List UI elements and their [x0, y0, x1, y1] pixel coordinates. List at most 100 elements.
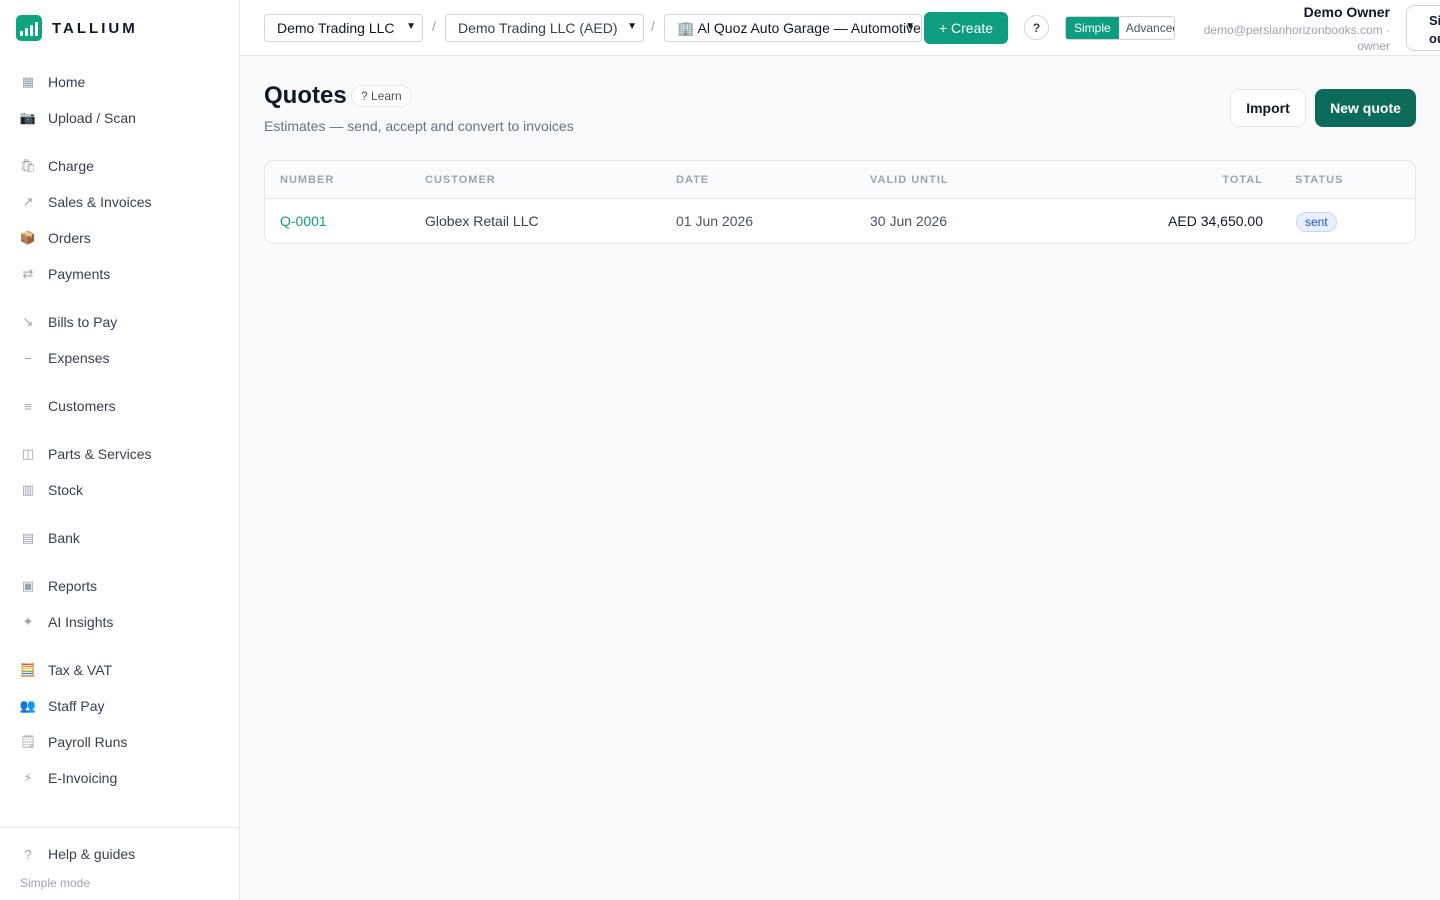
user-role: owner — [1357, 39, 1390, 53]
sidebar-item-label: Help & guides — [48, 846, 136, 862]
sidebar-item-label: Tax & VAT — [48, 662, 113, 678]
quote-number-link[interactable]: Q-0001 — [280, 213, 327, 229]
column-header-date[interactable]: DATE — [676, 174, 709, 186]
list-icon: ≡ — [24, 398, 32, 414]
sidebar-item-label: Bank — [48, 530, 80, 546]
sidebar-item-label: Sales & Invoices — [48, 194, 152, 210]
entity-select-value: Demo Trading LLC (AED) — [458, 20, 618, 36]
sidebar-item-payroll-runs[interactable]: 🗒 Payroll Runs — [16, 726, 224, 758]
branch-select-value: 🏢 Al Quoz Auto Garage — Automotive — [677, 19, 921, 36]
people-icon: 👥 — [19, 698, 37, 713]
column-header-valid-until[interactable]: VALID UNTIL — [870, 174, 949, 186]
sidebar-item-label: Parts & Services — [48, 446, 152, 462]
shopping-bag-icon: 🛍 — [19, 158, 37, 173]
table-header: NUMBER CUSTOMER DATE VALID UNTIL TOTAL S… — [265, 161, 1415, 199]
boxes-icon: ▥ — [21, 482, 35, 497]
report-icon: ▣ — [21, 578, 35, 593]
lightning-icon: ⚡ — [23, 770, 33, 785]
org-select-value: Demo Trading LLC — [277, 20, 395, 36]
sidebar-item-label: Staff Pay — [48, 698, 105, 714]
sign-out-button[interactable]: Sign out — [1406, 5, 1440, 51]
page-title: Quotes — [264, 82, 347, 109]
bank-icon: ▤ — [21, 530, 35, 545]
column-header-customer[interactable]: CUSTOMER — [425, 174, 496, 186]
column-header-status[interactable]: STATUS — [1295, 174, 1343, 186]
breadcrumb-separator: / — [432, 18, 436, 34]
org-select[interactable]: Demo Trading LLC ▼ — [264, 14, 423, 42]
sidebar-item-parts-services[interactable]: ◫ Parts & Services — [16, 438, 224, 470]
chevron-down-icon: ▼ — [627, 21, 637, 32]
sidebar-item-staff-pay[interactable]: 👥 Staff Pay — [16, 690, 224, 722]
create-button[interactable]: + Create — [924, 12, 1008, 44]
sidebar-item-expenses[interactable]: − Expenses — [16, 342, 224, 374]
question-icon: ? — [24, 846, 32, 862]
mode-simple-option[interactable]: Simple — [1066, 17, 1119, 39]
logo[interactable]: TALLIUM — [16, 14, 138, 42]
breadcrumb-separator: / — [651, 18, 655, 34]
quote-total: AED 34,650.00 — [1168, 213, 1263, 229]
sidebar-item-tax-vat[interactable]: 🧮 Tax & VAT — [16, 654, 224, 686]
abacus-icon: 🧮 — [19, 662, 37, 677]
sidebar-item-label: Charge — [48, 158, 94, 174]
sidebar-item-ai-insights[interactable]: ✦ AI Insights — [16, 606, 224, 638]
arrow-down-right-icon: ↘ — [22, 314, 34, 329]
sidebar-item-label: Payroll Runs — [48, 734, 128, 750]
sidebar-item-e-invoicing[interactable]: ⚡ E-Invoicing — [16, 762, 224, 794]
swap-arrows-icon: ⇄ — [22, 266, 34, 281]
column-header-number[interactable]: NUMBER — [280, 174, 334, 186]
sidebar-item-bills-to-pay[interactable]: ↘ Bills to Pay — [16, 306, 224, 338]
topbar: Demo Trading LLC ▼ / Demo Trading LLC (A… — [240, 0, 1440, 56]
sidebar-item-orders[interactable]: 📦 Orders — [16, 222, 224, 254]
sidebar-item-bank[interactable]: ▤ Bank — [16, 522, 224, 554]
sidebar-item-label: Upload / Scan — [48, 110, 136, 126]
column-header-total[interactable]: TOTAL — [1222, 174, 1263, 186]
brand-name: TALLIUM — [52, 19, 138, 37]
quote-date: 01 Jun 2026 — [676, 213, 754, 229]
minus-icon: − — [24, 350, 32, 366]
sidebar-item-stock[interactable]: ▥ Stock — [16, 474, 224, 506]
mode-advanced-option[interactable]: Advanced — [1119, 17, 1174, 39]
sidebar-item-label: Payments — [48, 266, 111, 282]
sidebar: TALLIUM ▦ Home 📷 Upload / Scan 🛍 Charge … — [0, 0, 240, 900]
sidebar-item-label: Customers — [48, 398, 116, 414]
sparkle-icon: ✦ — [22, 614, 34, 629]
sidebar-item-label: Reports — [48, 578, 98, 594]
chevron-down-icon: ▼ — [406, 21, 416, 32]
branch-select[interactable]: 🏢 Al Quoz Auto Garage — Automotive ▼ — [664, 14, 922, 42]
sidebar-item-label: Bills to Pay — [48, 314, 118, 330]
user-name: Demo Owner — [1303, 4, 1390, 20]
sidebar-item-upload-scan[interactable]: 📷 Upload / Scan — [16, 102, 224, 134]
sidebar-item-label: Orders — [48, 230, 91, 246]
columns-icon: ◫ — [21, 446, 35, 461]
user-email: demo@persianhorizonbooks.com · — [1203, 23, 1390, 37]
sidebar-item-customers[interactable]: ≡ Customers — [16, 390, 224, 422]
sidebar-item-label: E-Invoicing — [48, 770, 118, 786]
sidebar-item-help-guides[interactable]: ? Help & guides — [16, 838, 224, 870]
sidebar-item-label: Home — [48, 74, 86, 90]
notepad-icon: 🗒 — [19, 734, 37, 749]
help-button[interactable]: ? — [1024, 15, 1049, 40]
sidebar-item-reports[interactable]: ▣ Reports — [16, 570, 224, 602]
grid-icon: ▦ — [21, 74, 35, 89]
new-quote-button[interactable]: New quote — [1315, 89, 1416, 127]
camera-icon: 📷 — [19, 110, 37, 125]
package-icon: 📦 — [19, 230, 37, 245]
chevron-down-icon: ▼ — [905, 21, 915, 32]
entity-select[interactable]: Demo Trading LLC (AED) ▼ — [445, 14, 644, 42]
status-badge: sent — [1296, 212, 1337, 232]
page-subtitle: Estimates — send, accept and convert to … — [264, 118, 574, 134]
arrow-up-right-icon: ↗ — [22, 194, 34, 209]
sidebar-item-payments[interactable]: ⇄ Payments — [16, 258, 224, 290]
mode-toggle[interactable]: Simple Advanced — [1065, 16, 1175, 40]
logo-chart-icon — [16, 15, 42, 41]
sidebar-item-sales-invoices[interactable]: ↗ Sales & Invoices — [16, 186, 224, 218]
sidebar-item-label: AI Insights — [48, 614, 114, 630]
sidebar-item-label: Stock — [48, 482, 84, 498]
user-info: Demo Owner demo@persianhorizonbooks.com … — [1180, 4, 1390, 54]
learn-button[interactable]: ? Learn — [351, 85, 412, 107]
sidebar-item-charge[interactable]: 🛍 Charge — [16, 150, 224, 182]
import-button[interactable]: Import — [1230, 89, 1306, 127]
sidebar-item-home[interactable]: ▦ Home — [16, 66, 224, 98]
sidebar-item-label: Expenses — [48, 350, 110, 366]
mode-note: Simple mode — [20, 876, 91, 890]
